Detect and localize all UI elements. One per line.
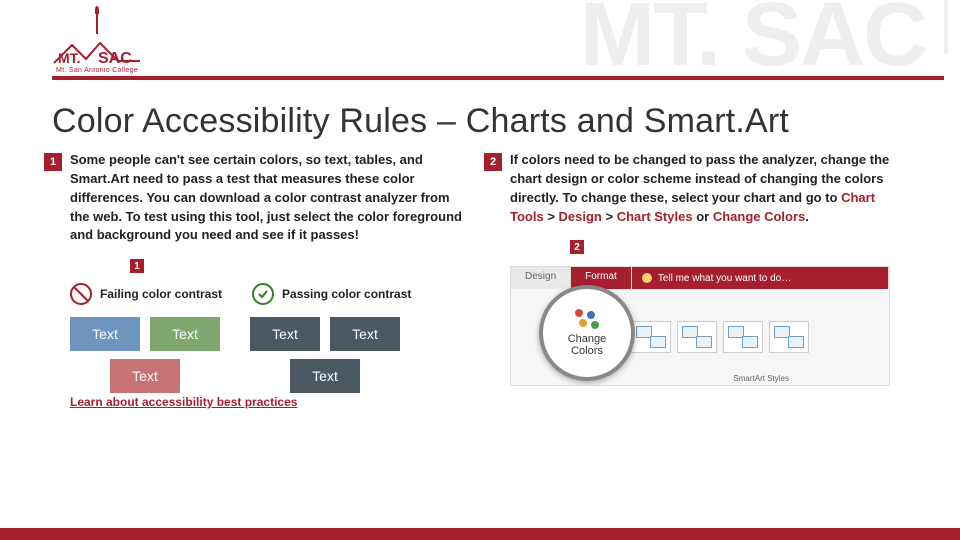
style-thumbnail bbox=[723, 321, 763, 353]
logo: MT. SAC Mt. San Antonio College bbox=[52, 6, 142, 74]
step-number: 1 bbox=[44, 153, 62, 171]
lightbulb-icon bbox=[642, 273, 652, 283]
swatch-fail: Text bbox=[110, 359, 180, 393]
magnifier: Change Colors bbox=[539, 285, 635, 381]
logo-subtitle: Mt. San Antonio College bbox=[52, 67, 142, 74]
torch-icon bbox=[92, 6, 102, 34]
substep-number: 2 bbox=[570, 240, 584, 254]
legend-fail-label: Failing color contrast bbox=[100, 287, 222, 301]
swatch-pass: Text bbox=[290, 359, 360, 393]
header-rule bbox=[52, 76, 944, 80]
style-thumbnail bbox=[631, 321, 671, 353]
check-icon bbox=[252, 283, 274, 305]
swatch-grid: Text Text Text Text Text Text bbox=[70, 317, 470, 393]
step-2-text: If colors need to be changed to pass the… bbox=[510, 151, 910, 226]
legend-fail: Failing color contrast bbox=[70, 283, 222, 305]
magnifier-label: Change Colors bbox=[568, 333, 607, 357]
tell-me-text: Tell me what you want to do… bbox=[658, 273, 791, 284]
legend-pass-label: Passing color contrast bbox=[282, 287, 411, 301]
substep-number: 1 bbox=[130, 259, 144, 273]
torch-icon bbox=[932, 0, 960, 64]
footer-bar bbox=[0, 528, 960, 540]
change-colors-icon bbox=[573, 309, 601, 329]
watermark: MT. SAC bbox=[580, 0, 960, 87]
style-thumbnail bbox=[769, 321, 809, 353]
svg-text:MT.: MT. bbox=[58, 50, 81, 66]
style-thumbnail bbox=[677, 321, 717, 353]
ribbon-screenshot: Design Format Tell me what you want to d… bbox=[510, 266, 890, 386]
page-title: Color Accessibility Rules – Charts and S… bbox=[0, 88, 960, 151]
ribbon-tell-me: Tell me what you want to do… bbox=[632, 267, 889, 289]
step-number: 2 bbox=[484, 153, 502, 171]
prohibited-icon bbox=[70, 283, 92, 305]
ribbon-tab-design: Design bbox=[511, 267, 571, 289]
best-practices-link[interactable]: Learn about accessibility best practices bbox=[70, 395, 297, 409]
header: MT. SAC MT. SAC Mt. San Antonio College bbox=[0, 0, 960, 88]
swatch-fail: Text bbox=[150, 317, 220, 351]
step-1-text: Some people can't see certain colors, so… bbox=[70, 151, 470, 245]
step-2: 2 If colors need to be changed to pass t… bbox=[510, 151, 910, 393]
watermark-text: MT. SAC bbox=[580, 0, 926, 87]
swatch-fail: Text bbox=[70, 317, 140, 351]
step-1: 1 Some people can't see certain colors, … bbox=[70, 151, 470, 393]
ribbon-group-label: SmartArt Styles bbox=[733, 374, 789, 383]
svg-text:SAC: SAC bbox=[98, 50, 132, 67]
swatch-pass: Text bbox=[250, 317, 320, 351]
legend-pass: Passing color contrast bbox=[252, 283, 411, 305]
logo-mark: MT. SAC bbox=[52, 39, 142, 67]
swatch-pass: Text bbox=[330, 317, 400, 351]
